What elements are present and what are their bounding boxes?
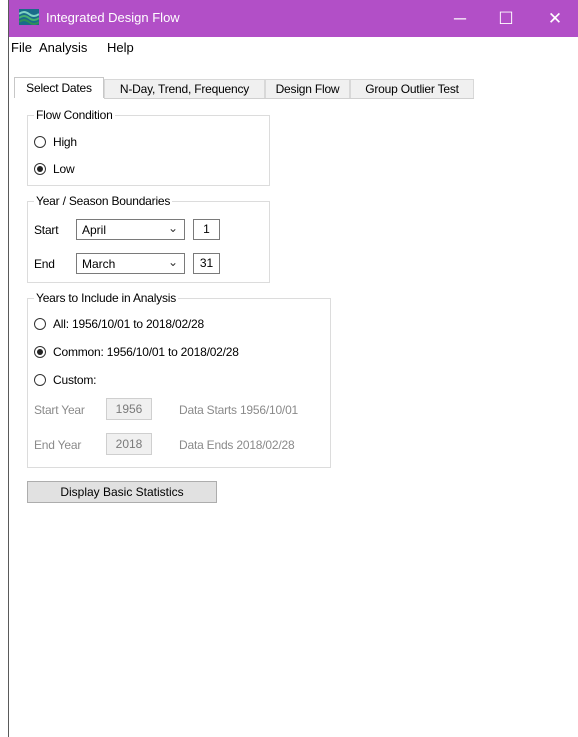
years-include-legend: Years to Include in Analysis [34, 291, 179, 305]
menu-help[interactable]: Help [107, 40, 134, 55]
start-year-input[interactable]: 1956 [106, 398, 152, 420]
data-ends-text: Data Ends 2018/02/28 [179, 438, 295, 452]
end-month-select[interactable]: March ⌄ [76, 253, 185, 274]
end-label: End [34, 257, 55, 271]
minimize-button[interactable]: ─ [437, 0, 483, 37]
start-day-input[interactable]: 1 [193, 219, 220, 240]
data-starts-text: Data Starts 1956/10/01 [179, 403, 299, 417]
tab-group-outlier-test[interactable]: Group Outlier Test [350, 79, 474, 98]
tab-select-dates[interactable]: Select Dates [14, 77, 104, 98]
tab-nday-trend-frequency[interactable]: N-Day, Trend, Frequency [104, 79, 265, 98]
years-common-radio[interactable] [34, 346, 46, 358]
menu-analysis[interactable]: Analysis [39, 40, 87, 55]
end-day-input[interactable]: 31 [193, 253, 220, 274]
years-custom-label[interactable]: Custom: [53, 373, 96, 387]
tab-design-flow[interactable]: Design Flow [265, 79, 350, 98]
wave-flow-icon [19, 9, 39, 25]
flow-low-radio[interactable] [34, 163, 46, 175]
close-button[interactable]: ✕ [532, 0, 578, 37]
flow-high-label[interactable]: High [53, 135, 77, 149]
years-common-label[interactable]: Common: 1956/10/01 to 2018/02/28 [53, 345, 239, 359]
flow-condition-legend: Flow Condition [34, 108, 115, 122]
window-border [8, 0, 9, 737]
maximize-button[interactable]: ☐ [483, 0, 529, 37]
tab-divider [104, 98, 474, 99]
display-basic-statistics-button[interactable]: Display Basic Statistics [27, 481, 217, 503]
window-title: Integrated Design Flow [46, 10, 180, 25]
menu-file[interactable]: File [11, 40, 32, 55]
start-year-label: Start Year [34, 403, 85, 417]
end-month-value: March [82, 257, 116, 271]
end-year-input[interactable]: 2018 [106, 433, 152, 455]
end-year-label: End Year [34, 438, 82, 452]
years-all-label[interactable]: All: 1956/10/01 to 2018/02/28 [53, 317, 204, 331]
years-custom-radio[interactable] [34, 374, 46, 386]
flow-high-radio[interactable] [34, 136, 46, 148]
flow-low-label[interactable]: Low [53, 162, 75, 176]
title-bar[interactable]: Integrated Design Flow ─ ☐ ✕ [9, 0, 578, 37]
years-all-radio[interactable] [34, 318, 46, 330]
start-label: Start [34, 223, 59, 237]
menu-bar: File Analysis Help [9, 37, 578, 58]
start-month-value: April [82, 223, 107, 237]
chevron-down-icon: ⌄ [167, 255, 178, 269]
chevron-down-icon: ⌄ [167, 221, 178, 235]
season-boundaries-legend: Year / Season Boundaries [34, 194, 173, 208]
start-month-select[interactable]: April ⌄ [76, 219, 185, 240]
